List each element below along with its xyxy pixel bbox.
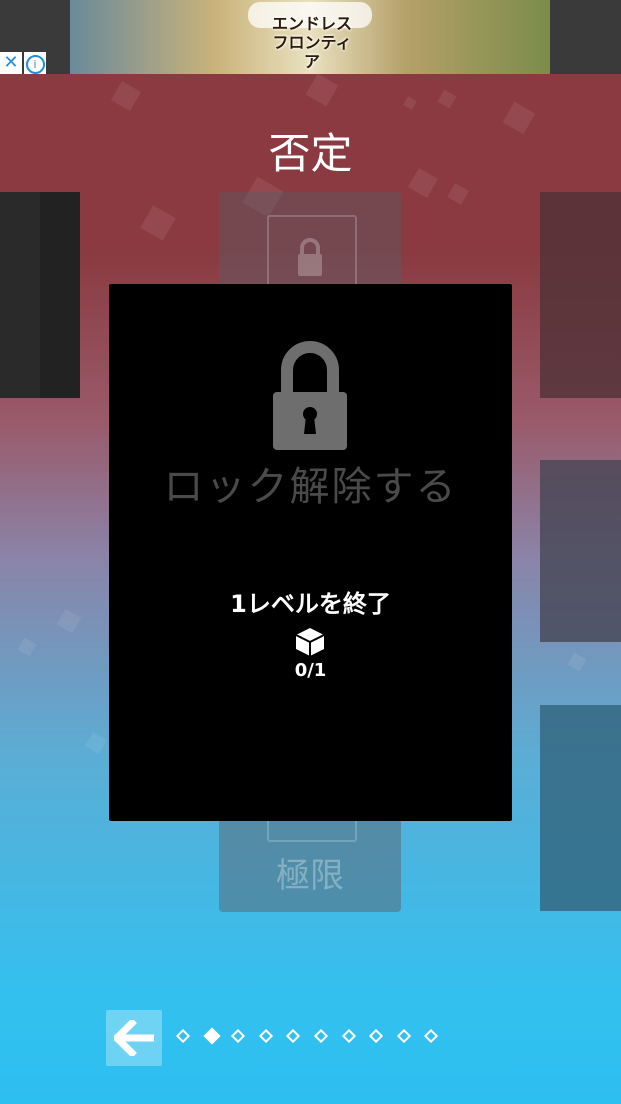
background-confetti [403,96,417,110]
page-dot-10[interactable] [424,1028,439,1044]
background-confetti [56,608,82,634]
background-confetti [305,73,339,107]
ad-banner-image[interactable]: エンドレス フロンティア [70,0,550,74]
level-cube-left[interactable] [0,192,80,398]
lock-icon [273,341,347,450]
back-button[interactable] [106,1010,162,1066]
background-confetti [437,89,457,109]
ad-logo-line-1: エンドレス [271,14,352,33]
page-dot-4[interactable] [258,1028,273,1044]
close-icon[interactable]: ✕ [0,52,22,74]
background-confetti [110,80,142,112]
unlock-title: ロック解除する [163,464,458,510]
background-confetti [140,205,176,241]
level-cube-right-middle[interactable] [540,460,621,642]
ad-logo-text: エンドレス フロンティア [270,14,354,71]
page-dot-3[interactable] [231,1028,246,1044]
arrow-left-icon [114,1020,154,1056]
unlock-requirement: 1レベルを終了 [230,590,391,618]
background-confetti [567,652,587,672]
level-card-label: 極限 [276,856,344,896]
cube-icon [295,628,325,656]
unlock-progress: 0/1 [294,660,327,681]
page-dot-2[interactable] [203,1027,221,1045]
page-dot-1[interactable] [175,1028,191,1044]
page-dot-9[interactable] [396,1028,411,1044]
background-confetti [447,183,469,205]
page-dot-6[interactable] [313,1028,329,1044]
info-icon[interactable]: i [24,52,46,74]
background-confetti [17,637,37,657]
page-title: 否定 [268,129,353,178]
level-cube-right-bottom[interactable] [540,705,621,911]
page-dot-5[interactable] [286,1028,301,1044]
background-confetti [85,732,107,754]
page-dot-7[interactable] [341,1028,356,1044]
page-dot-8[interactable] [369,1028,384,1044]
ad-logo-line-2: フロンティア [272,33,352,71]
level-cube-right-top[interactable] [540,192,621,398]
lock-icon [298,238,322,276]
unlock-modal[interactable]: ロック解除する 1レベルを終了 0/1 [109,284,512,821]
ad-banner-container[interactable]: エンドレス フロンティア ✕ i [0,0,621,74]
